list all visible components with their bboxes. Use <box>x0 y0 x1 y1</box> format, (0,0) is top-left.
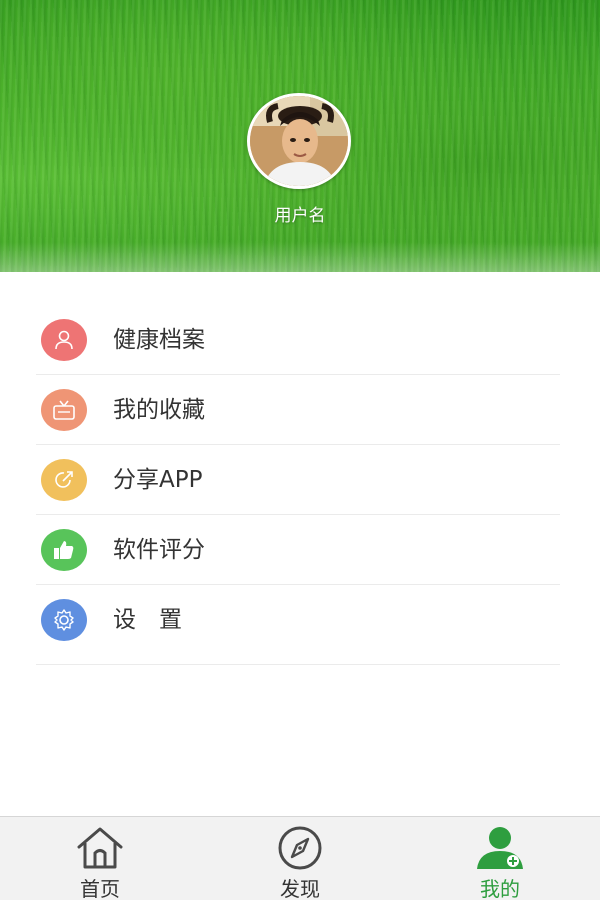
menu-item-rate-app[interactable]: 软件评分 <box>36 515 560 585</box>
menu-item-health-records[interactable]: 健康档案 <box>36 305 560 375</box>
settings-icon <box>41 599 87 641</box>
bottom-tab-bar: 首页 发现 我的 <box>0 816 600 900</box>
menu-item-label: 软件评分 <box>113 537 205 563</box>
menu-item-label: 设 置 <box>113 607 182 633</box>
user-icon <box>475 825 525 871</box>
profile-header: 用户名 <box>0 0 600 272</box>
avatar-photo <box>250 96 348 186</box>
tab-label: 首页 <box>80 877 120 900</box>
menu-item-label: 我的收藏 <box>113 397 205 423</box>
menu-item-share-app[interactable]: 分享APP <box>36 445 560 515</box>
tv-icon <box>41 389 87 431</box>
tab-label: 我的 <box>480 877 520 900</box>
person-icon <box>41 319 87 361</box>
tab-discover[interactable]: 发现 <box>200 817 400 900</box>
avatar[interactable] <box>247 93 351 189</box>
compass-icon <box>275 825 325 871</box>
tab-home[interactable]: 首页 <box>0 817 200 900</box>
username: 用户名 <box>274 206 326 226</box>
menu-item-settings[interactable]: 设 置 <box>36 585 560 665</box>
menu-item-label: 健康档案 <box>113 327 205 353</box>
home-icon <box>75 825 125 871</box>
tab-mine[interactable]: 我的 <box>400 817 600 900</box>
menu-item-label: 分享APP <box>113 467 203 493</box>
menu-item-favorites[interactable]: 我的收藏 <box>36 375 560 445</box>
thumbs-up-icon <box>41 529 87 571</box>
profile-page: 用户名 健康档案 我的收藏 分享APP 软件评分 设 置 首页 发现 我的 <box>0 0 600 900</box>
share-icon <box>41 459 87 501</box>
tab-label: 发现 <box>280 877 320 900</box>
profile-menu: 健康档案 我的收藏 分享APP 软件评分 设 置 <box>36 305 560 665</box>
